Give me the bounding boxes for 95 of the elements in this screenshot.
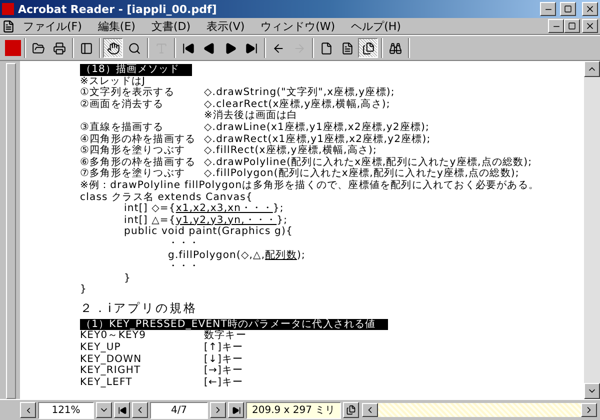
next-page-icon <box>224 42 236 54</box>
item-description: ◇.drawString("文字列",x座標,y座標); <box>204 87 395 98</box>
panel-icon <box>80 42 92 54</box>
item-label: KEY_RIGHT <box>80 365 141 376</box>
item-description: 数字キー <box>204 330 246 342</box>
printer-icon <box>52 42 66 54</box>
binoculars-icon <box>388 42 402 54</box>
restore-button[interactable] <box>564 19 580 33</box>
item-label: KEY_LEFT <box>80 376 132 388</box>
close-button[interactable] <box>582 19 598 33</box>
scroll-up-button[interactable] <box>584 61 600 77</box>
last-page-button[interactable] <box>228 402 244 418</box>
item-label: ③直線を描画する <box>80 122 164 133</box>
page-icon <box>320 42 332 54</box>
first-page-icon <box>182 42 194 54</box>
section-heading: （1）KEY_PRESSED_EVENT時のパラメータに代入される値 <box>80 318 388 330</box>
menu-item[interactable]: ファイル(F) <box>15 18 90 34</box>
item-label: KEY_UP <box>80 342 121 354</box>
close-button[interactable] <box>582 2 598 16</box>
pan-button[interactable] <box>20 402 36 418</box>
item-description: ※消去後は画面は白 <box>204 110 298 122</box>
item-label: ⑥多角形の枠を描画する <box>80 156 196 168</box>
pages-icon <box>362 42 374 54</box>
item-description: [→]キー <box>204 365 244 377</box>
hand-tool-button[interactable] <box>103 38 123 58</box>
previous-page-icon <box>202 42 216 54</box>
previous-page-button[interactable] <box>132 402 148 418</box>
item-label: ④四角形の枠を描画する <box>80 134 196 145</box>
code-line: int[] ◇={x1,x2,x3,xn・・・}; <box>123 203 284 215</box>
minimize-button[interactable] <box>548 19 564 33</box>
menu-item[interactable]: ヘルプ(H) <box>343 18 409 34</box>
app-logo-icon <box>5 40 21 56</box>
item-label: ②画面を消去する <box>80 98 164 110</box>
item-description: ◇.fillPolygon(配列に入れたx座標,配列に入れたy座標,点の総数); <box>204 168 520 180</box>
code-line: class クラス名 extends Canvas{ <box>80 192 253 203</box>
text-line: ※例：drawPolyline fillPolygonは多角形を描くので、座標値を配列に入れておく必要がある。 <box>80 180 540 192</box>
next-page-button[interactable] <box>210 402 226 418</box>
section-heading: （18）描画メソッド <box>80 64 192 76</box>
item-description: ◇.drawRect(x1座標,y1座標,x2座標,y2座標); <box>204 134 431 145</box>
code-line: } <box>80 284 87 296</box>
item-label: ⑦多角形を塗りつぶす <box>80 168 185 180</box>
minimize-button[interactable] <box>540 2 556 16</box>
item-description: [↑]キー <box>204 342 244 354</box>
back-arrow-icon <box>272 42 284 54</box>
item-description: ◇.drawPolyline(配列に入れたx座標,配列に入れたy座標,点の総数); <box>204 156 532 168</box>
item-label: KEY0～KEY9 <box>80 330 146 342</box>
item-description: ◇.drawLine(x1座標,y1座標,x2座標,y2座標); <box>204 122 430 134</box>
code-line: g.fillPolygon(◇,△,配列数); <box>167 250 306 262</box>
item-description: [←]キー <box>204 376 244 388</box>
last-page-icon <box>244 42 258 54</box>
folder-icon <box>32 42 44 54</box>
zoom-dropdown-button[interactable] <box>96 402 112 418</box>
first-page-icon <box>118 406 126 414</box>
app-logo-icon <box>2 3 14 15</box>
item-label: KEY_DOWN <box>80 354 142 365</box>
menu-item[interactable]: 表示(V) <box>198 18 253 34</box>
item-description: ◇.clearRect(x座標,y座標,横幅,高さ); <box>204 98 390 110</box>
item-label: ①文字列を表示する <box>80 87 174 98</box>
navigation-pane-handle[interactable] <box>6 63 16 399</box>
scroll-left-button[interactable] <box>362 403 378 417</box>
scroll-right-button[interactable] <box>581 403 597 417</box>
item-description: ◇.fillRect(x座標,y座標,横幅,高さ); <box>204 145 377 156</box>
close-icon <box>585 4 595 14</box>
horizontal-scrollbar[interactable] <box>361 402 598 418</box>
fit-width-button[interactable] <box>358 38 378 58</box>
vertical-scrollbar[interactable] <box>584 61 600 399</box>
window-title: Acrobat Reader - [iappli_00.pdf] <box>18 2 218 16</box>
item-description: [↓]キー <box>204 354 244 365</box>
last-page-icon <box>232 406 240 414</box>
code-line: } <box>123 272 131 284</box>
restore-icon <box>568 22 576 30</box>
page-icon <box>340 42 354 54</box>
zoom-icon <box>128 42 140 54</box>
text-line: ※スレッドはJ <box>80 76 146 87</box>
menu-item[interactable]: 編集(E) <box>90 18 144 34</box>
document-icon <box>2 20 15 32</box>
close-icon <box>585 21 595 31</box>
code-line: ・・・ <box>167 261 200 273</box>
pages-icon <box>346 405 356 415</box>
chapter-title: ２．iアプリの規格 <box>80 300 198 318</box>
page-number-field[interactable]: 4/7 <box>150 402 208 418</box>
page-layout-button[interactable] <box>343 402 360 418</box>
zoom-field[interactable]: 121% <box>38 402 94 418</box>
code-line: int[] △={y1,y2,y3,yn,・・・}; <box>123 214 288 226</box>
page-size-indicator: 209.9 x 297 ミリ <box>246 402 342 418</box>
scroll-down-button[interactable] <box>584 383 600 399</box>
menu-item[interactable]: ウィンドウ(W) <box>252 18 344 34</box>
maximize-icon <box>564 5 572 13</box>
menu-item[interactable]: 文書(D) <box>143 18 199 34</box>
maximize-button[interactable] <box>560 2 576 16</box>
code-line: ・・・ <box>167 238 200 250</box>
item-label: ⑤四角形を塗りつぶす <box>80 145 185 156</box>
hand-icon <box>106 42 120 54</box>
first-page-button[interactable] <box>114 402 130 418</box>
code-line: public void paint(Graphics g){ <box>123 226 293 238</box>
